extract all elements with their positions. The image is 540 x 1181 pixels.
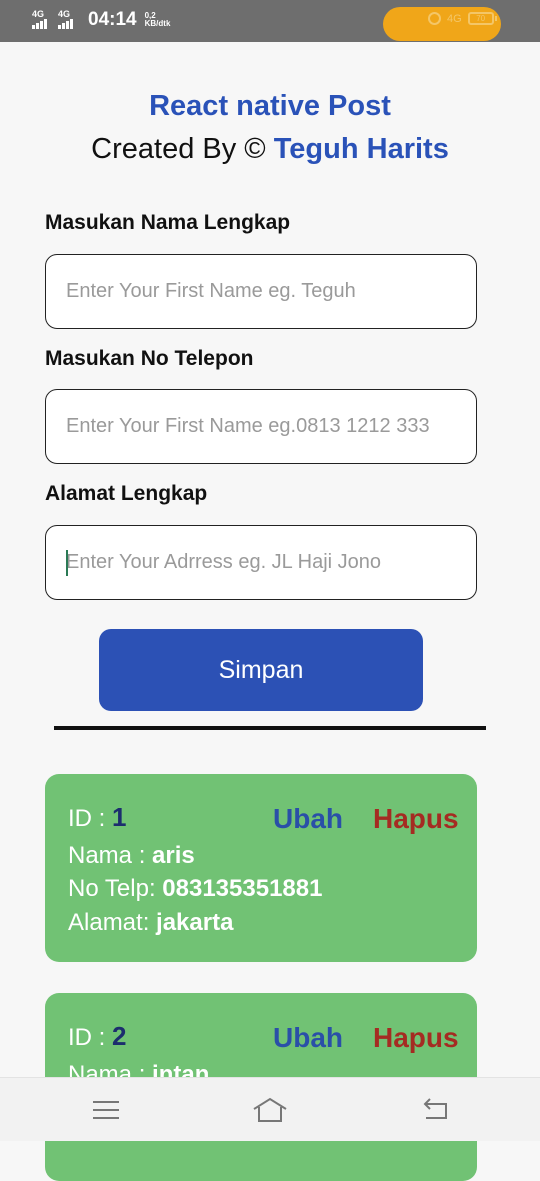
status-bar: 4G 4G 04:14 0,2 KB/dtk 4G 70 <box>0 0 540 42</box>
signal-icon: 4G <box>58 9 78 31</box>
network-speed: 0,2 KB/dtk <box>145 12 171 28</box>
record-id-row: ID : 1 <box>68 802 126 833</box>
battery-level: 70 <box>476 14 486 23</box>
save-button[interactable]: Simpan <box>99 629 423 711</box>
back-icon[interactable] <box>420 1096 450 1124</box>
record-id-row: ID : 2 <box>68 1021 126 1052</box>
record-phone-label: No Telp: <box>68 875 163 902</box>
navigation-bar <box>0 1077 540 1141</box>
phone-input[interactable] <box>45 389 477 464</box>
network-type: 4G <box>32 9 45 19</box>
network-type: 4G <box>58 9 71 19</box>
divider <box>54 726 486 730</box>
delete-button[interactable]: Hapus <box>373 803 459 835</box>
created-prefix: Created By © <box>91 133 274 165</box>
phone-label: Masukan No Telepon <box>45 347 254 370</box>
signal-icon: 4G <box>32 9 52 31</box>
address-label: Alamat Lengkap <box>45 482 208 505</box>
record-name-label: Nama : <box>68 842 153 869</box>
record-phone-row: No Telp: 083135351881 <box>68 875 322 903</box>
clock: 04:14 <box>88 9 137 30</box>
record-name: aris <box>152 842 195 869</box>
delete-button[interactable]: Hapus <box>373 1022 459 1054</box>
battery-icon: 70 <box>467 12 497 25</box>
edit-button[interactable]: Ubah <box>273 1022 343 1054</box>
speed-unit: KB/dtk <box>144 19 171 28</box>
network-type-right: 4G <box>447 12 462 25</box>
edit-button[interactable]: Ubah <box>273 803 343 835</box>
record-address-row: Alamat: jakarta <box>68 909 233 937</box>
menu-icon[interactable] <box>93 1101 119 1125</box>
text-cursor <box>66 550 68 576</box>
record-id-label: ID : <box>68 1024 113 1051</box>
author-name: Teguh Harits <box>273 133 449 165</box>
home-icon[interactable] <box>252 1096 288 1124</box>
app-title: React native Post <box>149 90 391 122</box>
record-card: ID : 1 Ubah Hapus Nama : aris No Telp: 0… <box>45 774 477 962</box>
status-right: 4G 70 <box>428 12 497 25</box>
record-name-row: Nama : aris <box>68 842 195 870</box>
created-by: Created By © Teguh Harits <box>0 133 540 166</box>
record-address-label: Alamat: <box>68 909 157 936</box>
status-left: 4G 4G 04:14 0,2 KB/dtk <box>32 9 170 31</box>
record-address: jakarta <box>156 909 234 936</box>
record-id-label: ID : <box>68 805 113 832</box>
name-label: Masukan Nama Lengkap <box>45 211 291 234</box>
alarm-icon <box>428 12 441 25</box>
record-id: 1 <box>112 802 127 832</box>
record-phone: 083135351881 <box>162 875 323 902</box>
record-id: 2 <box>112 1021 127 1051</box>
name-input[interactable] <box>45 254 477 329</box>
address-input[interactable] <box>45 525 477 600</box>
